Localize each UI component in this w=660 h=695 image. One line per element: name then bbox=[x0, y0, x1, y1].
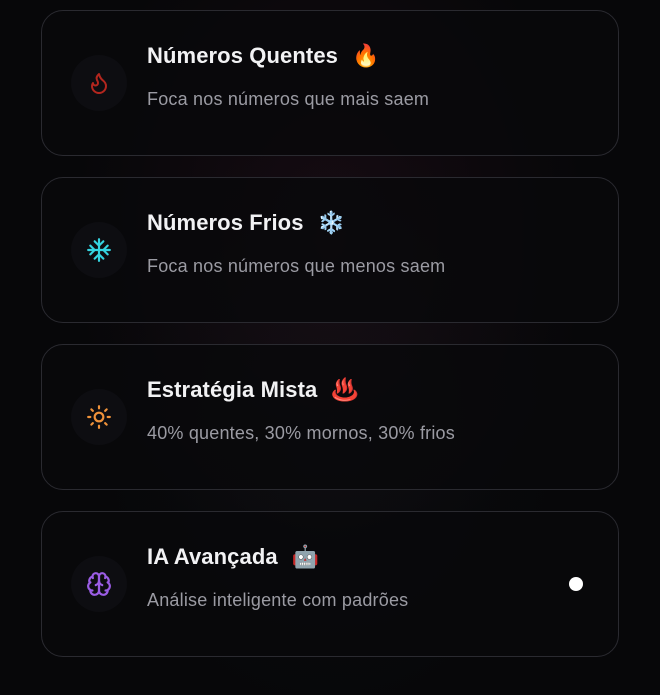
option-card-mixed-strategy[interactable]: Estratégia Mista ♨️ 40% quentes, 30% mor… bbox=[41, 344, 619, 490]
selected-indicator-dot bbox=[569, 577, 583, 591]
robot-emoji-icon: 🤖 bbox=[291, 544, 320, 569]
fire-emoji-icon: 🔥 bbox=[352, 43, 380, 68]
strategy-option-list: Números Quentes 🔥 Foca nos números que m… bbox=[41, 10, 619, 678]
option-description: Análise inteligente com padrões bbox=[147, 590, 409, 610]
option-description: Foca nos números que mais saem bbox=[147, 89, 430, 109]
option-title: Números Quentes bbox=[147, 43, 338, 68]
snowflake-emoji-icon: ❄️ bbox=[317, 210, 345, 235]
option-title-row: Números Quentes 🔥 bbox=[147, 43, 379, 69]
option-title-row: IA Avançada 🤖 bbox=[147, 544, 319, 570]
option-title: IA Avançada bbox=[147, 544, 278, 569]
option-title-row: Números Frios ❄️ bbox=[147, 210, 345, 236]
option-card-advanced-ai[interactable]: IA Avançada 🤖 Análise inteligente com pa… bbox=[41, 511, 619, 657]
option-card-cold-numbers[interactable]: Números Frios ❄️ Foca nos números que me… bbox=[41, 177, 619, 323]
option-title: Estratégia Mista bbox=[147, 377, 318, 402]
flame-icon bbox=[71, 55, 127, 111]
brain-icon bbox=[71, 556, 127, 612]
option-card-hot-numbers[interactable]: Números Quentes 🔥 Foca nos números que m… bbox=[41, 10, 619, 156]
option-description: 40% quentes, 30% mornos, 30% frios bbox=[147, 423, 455, 443]
option-title-row: Estratégia Mista ♨️ bbox=[147, 377, 359, 403]
snowflake-icon bbox=[71, 222, 127, 278]
hot-springs-emoji-icon: ♨️ bbox=[331, 377, 359, 402]
option-title: Números Frios bbox=[147, 210, 304, 235]
option-description: Foca nos números que menos saem bbox=[147, 256, 446, 276]
sun-icon bbox=[71, 389, 127, 445]
